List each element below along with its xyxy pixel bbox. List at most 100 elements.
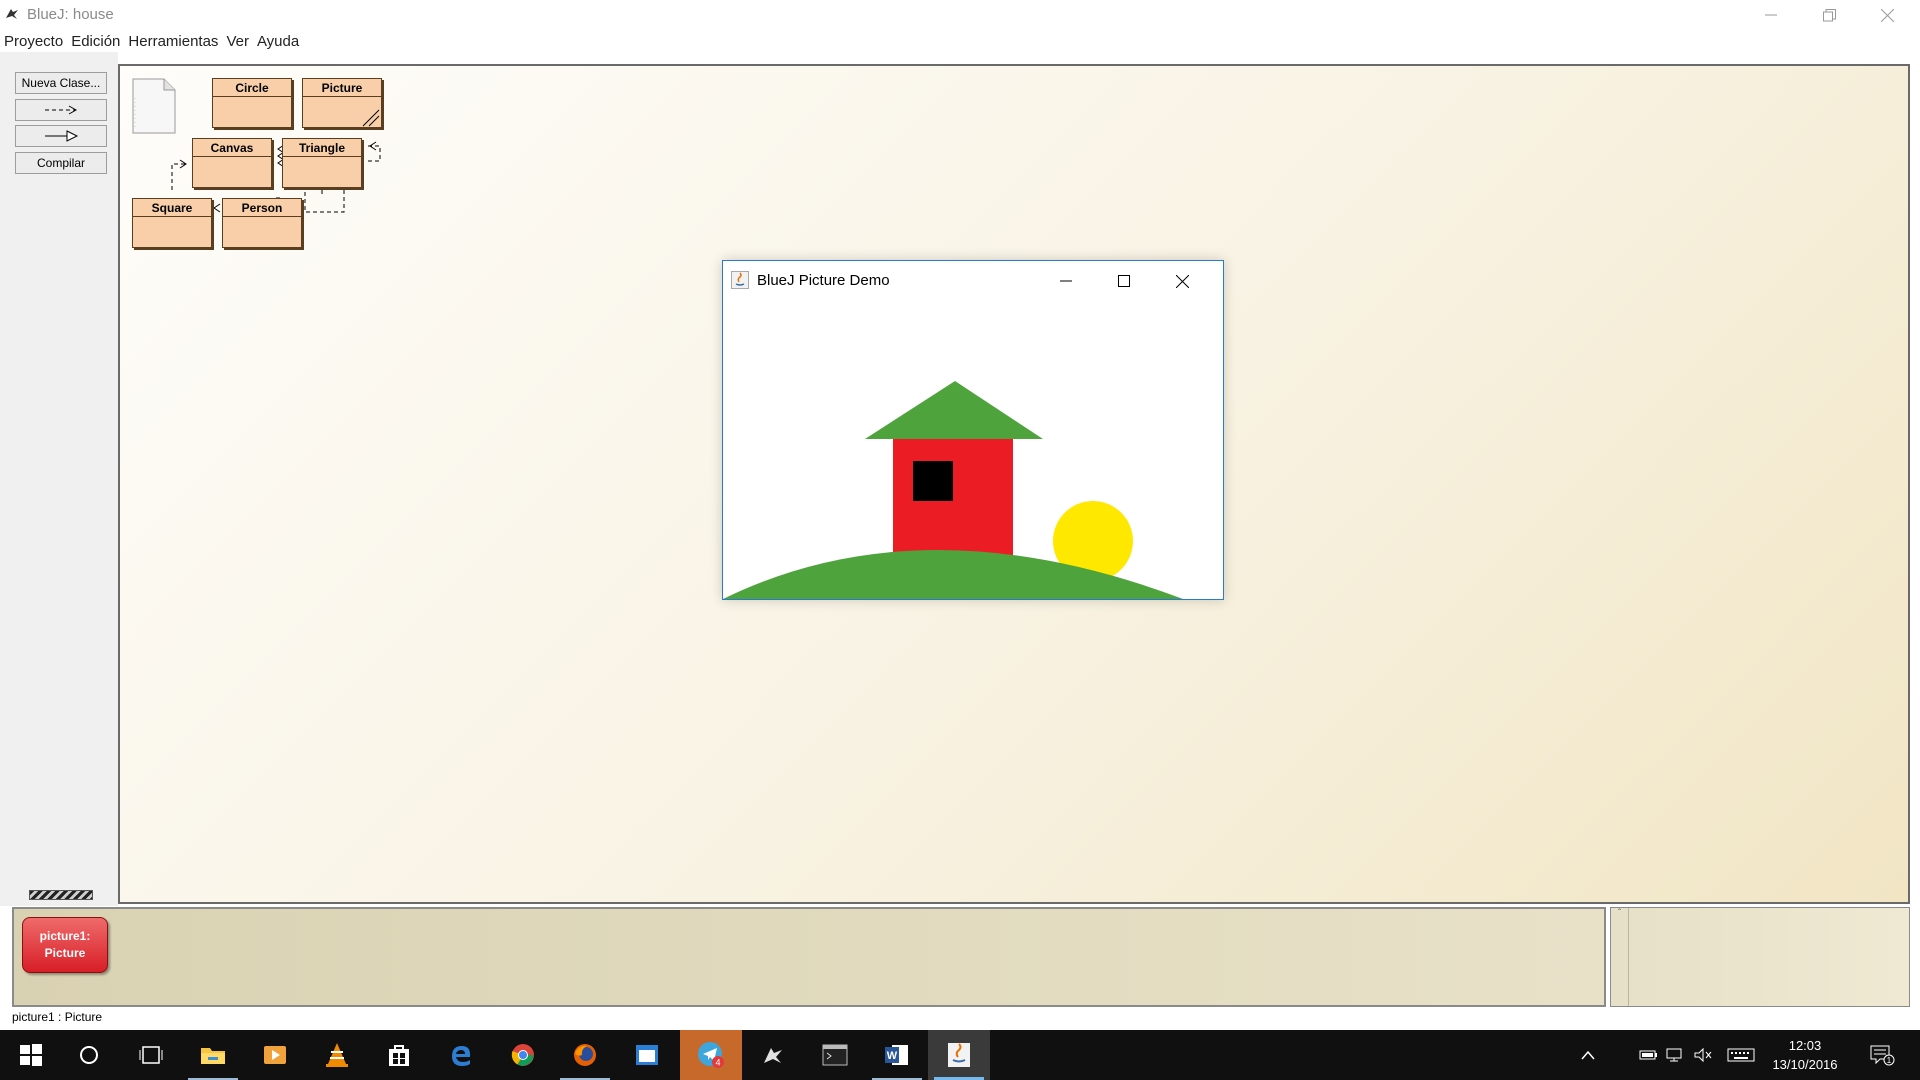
taskbar: 4 W 12:03 13/10/2016 1 xyxy=(0,1030,1920,1080)
status-bar: picture1 : Picture xyxy=(12,1010,103,1024)
taskbar-bluej[interactable] xyxy=(742,1030,804,1080)
dashed-arrow-icon xyxy=(45,105,78,115)
house-roof xyxy=(865,381,1043,439)
volume-tray[interactable] xyxy=(1690,1030,1716,1080)
taskbar-window-app[interactable] xyxy=(616,1030,678,1080)
taskbar-edge[interactable] xyxy=(430,1030,492,1080)
keyboard-tray[interactable] xyxy=(1724,1030,1758,1080)
object-bench: picture1: Picture xyxy=(12,907,1606,1007)
codepad-area[interactable]: ˆ xyxy=(1610,907,1910,1007)
class-picture[interactable]: Picture xyxy=(302,78,382,128)
network-tray[interactable] xyxy=(1662,1030,1688,1080)
taskbar-word[interactable]: W xyxy=(866,1030,928,1080)
close-icon xyxy=(1175,274,1189,288)
taskbar-vlc[interactable] xyxy=(306,1030,368,1080)
maximize-icon xyxy=(1118,275,1130,287)
demo-title-bar: BlueJ Picture Demo xyxy=(723,261,1223,301)
menu-edicion[interactable]: Edición xyxy=(71,33,120,50)
house-picture-canvas xyxy=(723,381,1183,599)
taskbar-file-explorer[interactable] xyxy=(182,1030,244,1080)
uses-arrow-button[interactable] xyxy=(15,99,107,121)
object-type: Picture xyxy=(44,946,86,960)
menu-herramientas[interactable]: Herramientas xyxy=(128,33,218,50)
task-view-button[interactable] xyxy=(120,1030,182,1080)
action-center-button[interactable]: 1 xyxy=(1864,1030,1900,1080)
volume-muted-icon xyxy=(1694,1047,1712,1063)
notification-icon: 1 xyxy=(1870,1045,1895,1066)
minimize-icon xyxy=(1765,14,1777,16)
restore-button[interactable] xyxy=(1800,0,1858,30)
class-square[interactable]: Square xyxy=(132,198,212,248)
java-icon xyxy=(731,271,749,289)
window-title: BlueJ: house xyxy=(27,6,114,23)
close-icon xyxy=(1880,8,1894,22)
firefox-icon xyxy=(574,1044,596,1066)
house-window xyxy=(913,461,953,501)
class-circle[interactable]: Circle xyxy=(212,78,292,128)
taskbar-store[interactable] xyxy=(368,1030,430,1080)
title-bar: BlueJ: house xyxy=(0,0,1920,30)
class-canvas[interactable]: Canvas xyxy=(192,138,272,188)
picture-demo-window[interactable]: BlueJ Picture Demo xyxy=(722,260,1224,600)
demo-close-button[interactable] xyxy=(1153,261,1211,301)
task-view-icon xyxy=(139,1046,163,1064)
store-icon xyxy=(389,1045,409,1066)
svg-text:W: W xyxy=(887,1050,898,1062)
inheritance-arrow-button[interactable] xyxy=(15,125,107,147)
close-button[interactable] xyxy=(1858,0,1916,30)
battery-icon xyxy=(1639,1050,1657,1060)
object-picture1[interactable]: picture1: Picture xyxy=(22,917,108,973)
bluej-icon xyxy=(764,1048,782,1063)
bluej-app-icon xyxy=(6,9,18,19)
compile-button[interactable]: Compilar xyxy=(15,152,107,174)
menu-ver[interactable]: Ver xyxy=(226,33,249,50)
class-name: Circle xyxy=(213,79,291,97)
search-icon xyxy=(80,1046,98,1064)
class-triangle[interactable]: Triangle xyxy=(282,138,362,188)
demo-window-title: BlueJ Picture Demo xyxy=(757,272,890,289)
search-button[interactable] xyxy=(58,1030,120,1080)
restore-icon xyxy=(1822,8,1836,21)
new-class-button[interactable]: Nueva Clase... xyxy=(15,72,107,94)
menu-proyecto[interactable]: Proyecto xyxy=(4,33,63,50)
telegram-badge: 4 xyxy=(715,1058,720,1068)
object-name: picture1: xyxy=(39,929,91,943)
touch-keyboard-icon xyxy=(1727,1048,1755,1062)
system-clock[interactable]: 12:03 13/10/2016 xyxy=(1764,1036,1846,1074)
demo-maximize-button[interactable] xyxy=(1095,261,1153,301)
taskbar-media-player[interactable] xyxy=(244,1030,306,1080)
menu-bar: Proyecto Edición Herramientas Ver Ayuda xyxy=(0,30,1920,52)
minimize-icon xyxy=(1060,280,1072,282)
file-explorer-icon xyxy=(201,1048,225,1064)
taskbar-firefox[interactable] xyxy=(554,1030,616,1080)
taskbar-terminal[interactable] xyxy=(804,1030,866,1080)
word-icon: W xyxy=(885,1045,908,1065)
notification-count: 1 xyxy=(1887,1056,1892,1065)
vlc-icon xyxy=(326,1043,348,1067)
java-icon xyxy=(948,1043,970,1067)
class-name: Canvas xyxy=(193,139,271,157)
inheritance-arrow-icon xyxy=(45,130,79,142)
show-hidden-icons-button[interactable] xyxy=(1574,1030,1602,1080)
class-name: Square xyxy=(133,199,211,217)
window-app-icon xyxy=(636,1045,658,1065)
taskbar-java[interactable] xyxy=(928,1030,990,1080)
minimize-button[interactable] xyxy=(1742,0,1800,30)
clock-time: 12:03 xyxy=(1788,1038,1822,1053)
class-name: Triangle xyxy=(283,139,361,157)
class-person[interactable]: Person xyxy=(222,198,302,248)
demo-minimize-button[interactable] xyxy=(1037,261,1095,301)
menu-ayuda[interactable]: Ayuda xyxy=(257,33,299,50)
left-toolbar: Nueva Clase... Compilar xyxy=(0,52,118,906)
chevron-up-icon xyxy=(1581,1050,1595,1060)
machine-activity-indicator xyxy=(29,890,93,900)
codepad-handle[interactable]: ˆ xyxy=(1611,908,1629,1006)
taskbar-telegram[interactable]: 4 xyxy=(680,1030,742,1080)
start-icon xyxy=(20,1044,42,1066)
class-name: Person xyxy=(223,199,301,217)
taskbar-chrome[interactable] xyxy=(492,1030,554,1080)
start-button[interactable] xyxy=(0,1030,62,1080)
network-icon xyxy=(1666,1048,1682,1062)
battery-tray[interactable] xyxy=(1636,1030,1662,1080)
media-player-icon xyxy=(264,1046,286,1064)
